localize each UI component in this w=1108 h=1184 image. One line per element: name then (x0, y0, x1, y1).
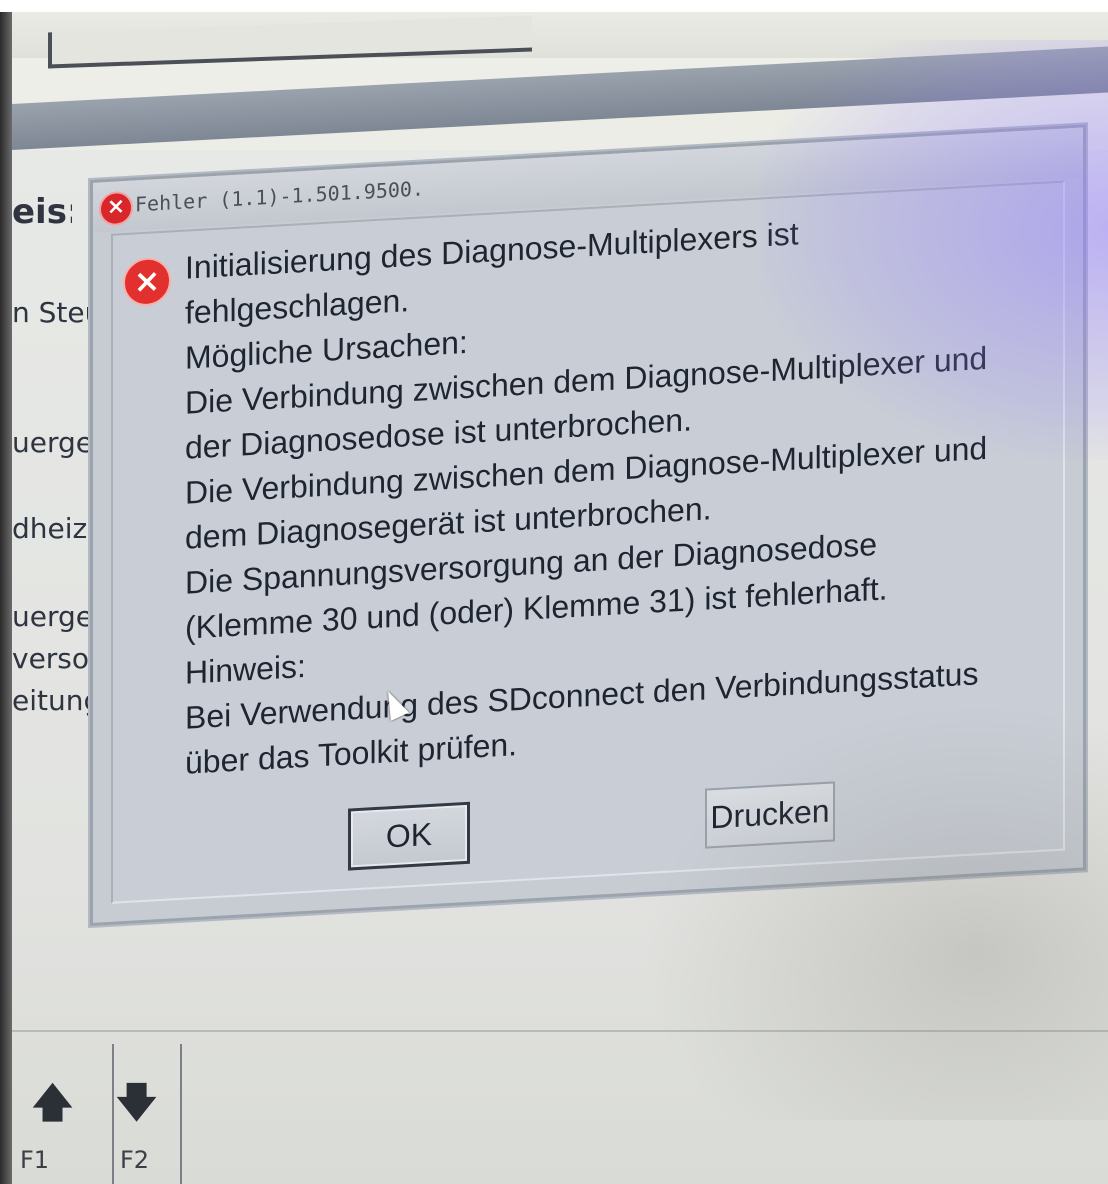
error-dialog: × Fehler (1.1)-1.501.9500. × Initialisie… (90, 124, 1100, 927)
background-list-item: n Steu (12, 296, 96, 329)
function-key-f2[interactable]: 🡇 F2 (82, 1044, 182, 1184)
background-list-item: dheizu (12, 512, 96, 545)
function-key-label: F2 (120, 1146, 150, 1174)
background-heading: eis: (12, 192, 72, 232)
background-list-item: versorç (12, 642, 96, 675)
background-list-item: uergeı (12, 426, 96, 459)
print-button[interactable]: Drucken (705, 781, 835, 849)
arrow-down-icon: 🡇 (116, 1080, 158, 1126)
function-bar-divider (12, 1030, 1108, 1032)
function-key-label: F1 (20, 1146, 50, 1174)
arrow-up-icon: 🡅 (32, 1080, 74, 1126)
dialog-title: Fehler (1.1)-1.501.9500. (135, 176, 424, 217)
screen-bezel (0, 0, 12, 1184)
screen: _ □ X eis: n Steu uergeı dheizu uergerä … (0, 0, 1108, 1184)
background-list-item: uergerä (12, 600, 96, 633)
background-list-item: eitung c (12, 684, 96, 717)
error-title-icon: × (99, 190, 133, 227)
top-strip (12, 12, 1108, 69)
dialog-frame: × Fehler (1.1)-1.501.9500. × Initialisie… (90, 124, 1086, 927)
image-border (0, 0, 1108, 12)
top-panel-edge (48, 15, 532, 69)
error-message: Initialisierung des Diagnose-Multiplexer… (185, 197, 1055, 786)
ok-button[interactable]: OK (348, 801, 470, 871)
